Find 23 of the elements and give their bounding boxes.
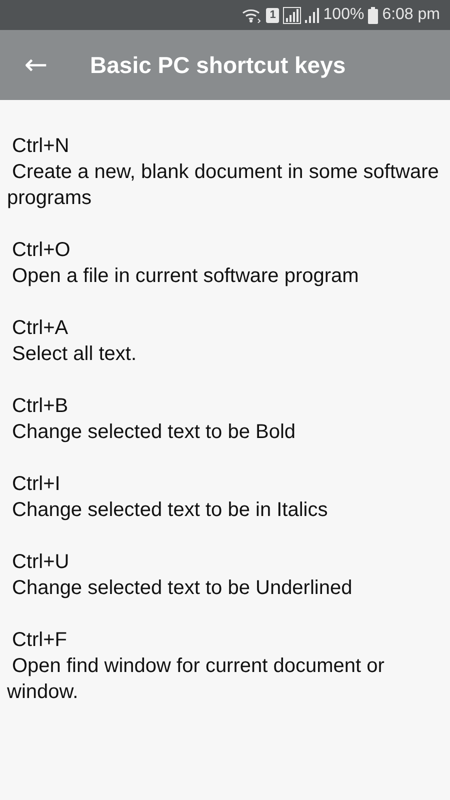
shortcut-key: Ctrl+U [7, 549, 442, 575]
wifi-icon [242, 7, 262, 23]
shortcut-key: Ctrl+N [7, 133, 442, 159]
signal-icon [283, 6, 302, 24]
app-title: Basic PC shortcut keys [90, 52, 346, 78]
signal-icon [305, 7, 320, 23]
shortcut-key: Ctrl+B [7, 393, 442, 419]
sim-badge: 1 [266, 8, 280, 22]
shortcut-key: Ctrl+F [7, 627, 442, 653]
shortcut-description: Change selected text to be Bold [11, 420, 297, 445]
back-button[interactable]: ← [22, 51, 50, 79]
shortcut-description: Change selected text to be Underlined [11, 576, 354, 601]
shortcut-key: Ctrl+A [7, 315, 442, 341]
battery-percent: 100% [323, 6, 364, 24]
shortcut-key: Ctrl+O [7, 237, 442, 263]
shortcut-description: Open find window for current document or window. [7, 654, 386, 705]
clock: 6:08 pm [382, 6, 440, 24]
battery-icon [368, 6, 378, 24]
shortcut-description: Change selected text to be in Italics [11, 498, 329, 523]
shortcut-description: Select all text. [11, 342, 138, 367]
shortcut-key: Ctrl+I [7, 471, 442, 497]
shortcut-description: Open a file in current software program [11, 264, 360, 289]
shortcut-description: Create a new, blank document in some software programs [7, 160, 440, 211]
